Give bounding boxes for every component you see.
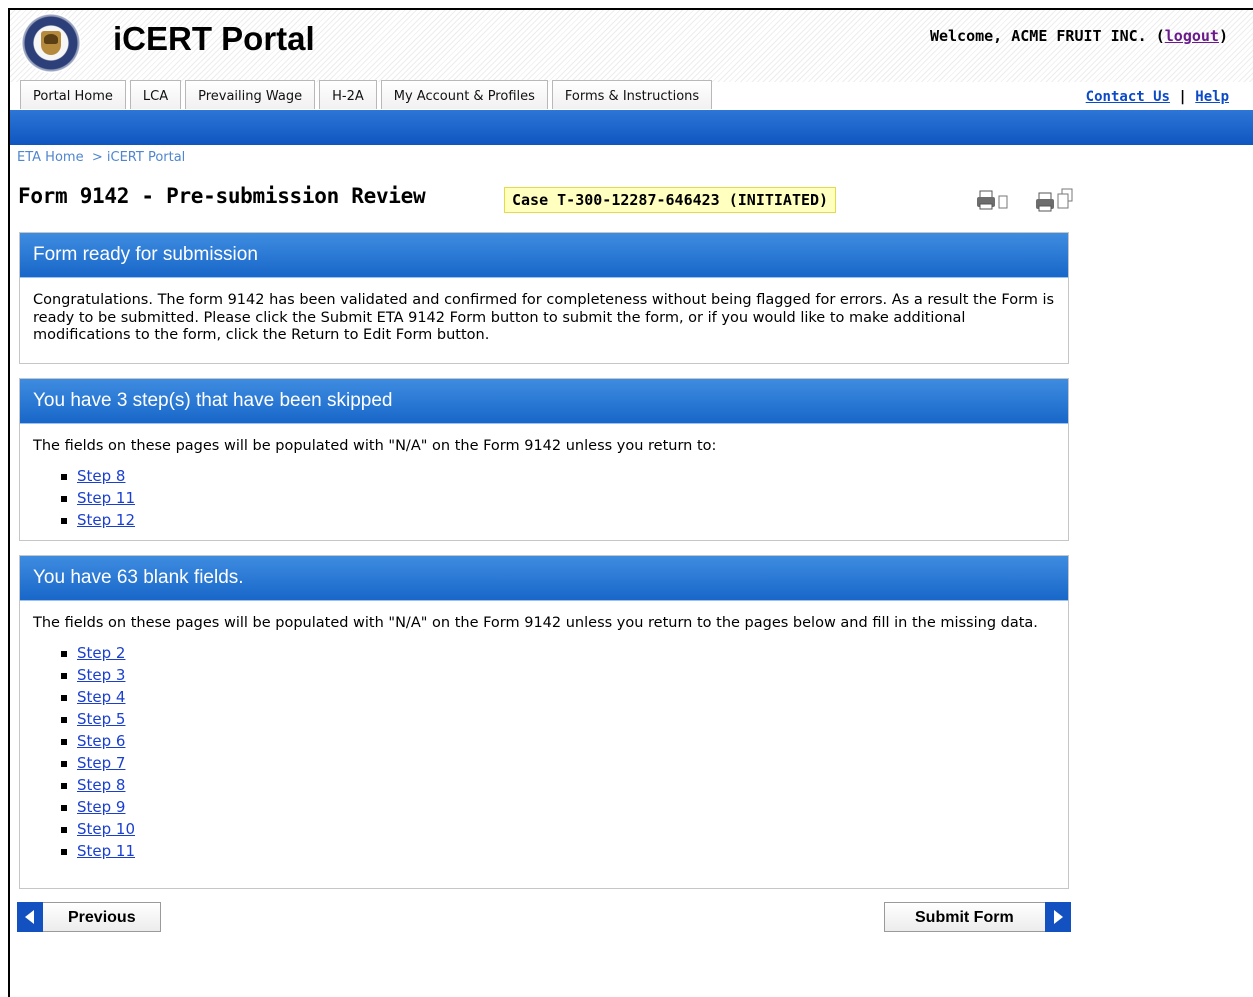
list-item: Step 8 (61, 465, 1055, 487)
blank-step-link[interactable]: Step 8 (77, 776, 125, 794)
page-title: Form 9142 - Pre-submission Review (18, 184, 426, 208)
previous-button[interactable]: Previous (17, 902, 161, 932)
breadcrumb-icert-portal[interactable]: iCERT Portal (107, 150, 185, 165)
portal-title: iCERT Portal (113, 20, 315, 57)
blank-step-link[interactable]: Step 4 (77, 688, 125, 706)
panel-ready-heading: Form ready for submission (20, 233, 1068, 278)
skipped-step-link[interactable]: Step 11 (77, 489, 135, 507)
nav-bar (10, 110, 1253, 145)
seal-eagle (44, 34, 58, 44)
blank-step-link[interactable]: Step 9 (77, 798, 125, 816)
logout-link[interactable]: logout (1165, 27, 1219, 45)
breadcrumb: ETA Home > iCERT Portal (17, 150, 185, 165)
list-item: Step 10 (61, 818, 1055, 840)
tab-h2a[interactable]: H-2A (319, 80, 377, 109)
panel-skipped-text: The fields on these pages will be popula… (33, 438, 717, 454)
tab-portal-home[interactable]: Portal Home (20, 80, 126, 109)
panel-ready: Form ready for submission Congratulation… (19, 232, 1069, 364)
list-item: Step 2 (61, 642, 1055, 664)
submit-label: Submit Form (915, 909, 1014, 926)
panel-skipped: You have 3 step(s) that have been skippe… (19, 378, 1069, 541)
panel-skipped-body: The fields on these pages will be popula… (20, 424, 1068, 541)
tab-prevailing-wage[interactable]: Prevailing Wage (185, 80, 316, 109)
list-item: Step 4 (61, 686, 1055, 708)
blank-step-link[interactable]: Step 2 (77, 644, 125, 662)
blank-step-link[interactable]: Step 11 (77, 842, 135, 860)
list-item: Step 11 (61, 487, 1055, 509)
blank-step-link[interactable]: Step 5 (77, 710, 125, 728)
tab-forms-instructions[interactable]: Forms & Instructions (551, 80, 713, 109)
list-item: Step 8 (61, 774, 1055, 796)
arrow-right-icon (1045, 902, 1071, 932)
help-links: Contact Us | Help (1086, 89, 1229, 105)
list-item: Step 11 (61, 840, 1055, 862)
blank-step-link[interactable]: Step 10 (77, 820, 135, 838)
welcome-message: Welcome, ACME FRUIT INC. (logout) (930, 27, 1228, 45)
panel-blank-text: The fields on these pages will be popula… (33, 615, 1038, 631)
panel-ready-text: Congratulations. The form 9142 has been … (33, 292, 1055, 343)
main-tabs: Portal Home LCA Prevailing Wage H-2A My … (20, 80, 716, 110)
list-item: Step 12 (61, 509, 1055, 531)
submit-form-button[interactable]: Submit Form (884, 902, 1071, 932)
skipped-step-link[interactable]: Step 12 (77, 511, 135, 529)
arrow-left-icon (17, 902, 43, 932)
panel-blank-heading: You have 63 blank fields. (20, 556, 1068, 601)
welcome-suffix: ) (1218, 27, 1228, 45)
contact-us-link[interactable]: Contact Us (1086, 89, 1170, 105)
tab-lca[interactable]: LCA (129, 80, 182, 109)
dol-seal-logo (21, 13, 81, 73)
blank-step-link[interactable]: Step 6 (77, 732, 125, 750)
list-item: Step 7 (61, 752, 1055, 774)
blank-step-link[interactable]: Step 7 (77, 754, 125, 772)
case-status-badge: Case T-300-12287-646423 (INITIATED) (504, 187, 837, 213)
list-item: Step 5 (61, 708, 1055, 730)
blank-step-link[interactable]: Step 3 (77, 666, 125, 684)
list-item: Step 6 (61, 730, 1055, 752)
panel-blank-fields: You have 63 blank fields. The fields on … (19, 555, 1069, 889)
skipped-steps-list: Step 8 Step 11 Step 12 (61, 465, 1055, 531)
help-link[interactable]: Help (1195, 89, 1229, 105)
list-item: Step 3 (61, 664, 1055, 686)
help-separator: | (1178, 89, 1187, 105)
skipped-step-link[interactable]: Step 8 (77, 467, 125, 485)
previous-label: Previous (68, 909, 136, 926)
welcome-prefix: Welcome, ACME FRUIT INC. ( (929, 27, 1165, 45)
breadcrumb-separator: > (91, 150, 103, 165)
print-icon[interactable] (977, 188, 1011, 212)
panel-skipped-heading: You have 3 step(s) that have been skippe… (20, 379, 1068, 424)
print-all-icon[interactable] (1036, 188, 1073, 212)
list-item: Step 9 (61, 796, 1055, 818)
panel-blank-body: The fields on these pages will be popula… (20, 601, 1068, 872)
breadcrumb-eta-home[interactable]: ETA Home (17, 150, 84, 165)
blank-steps-list: Step 2 Step 3 Step 4 Step 5 Step 6 Step … (61, 642, 1055, 862)
tab-my-account[interactable]: My Account & Profiles (380, 80, 548, 109)
